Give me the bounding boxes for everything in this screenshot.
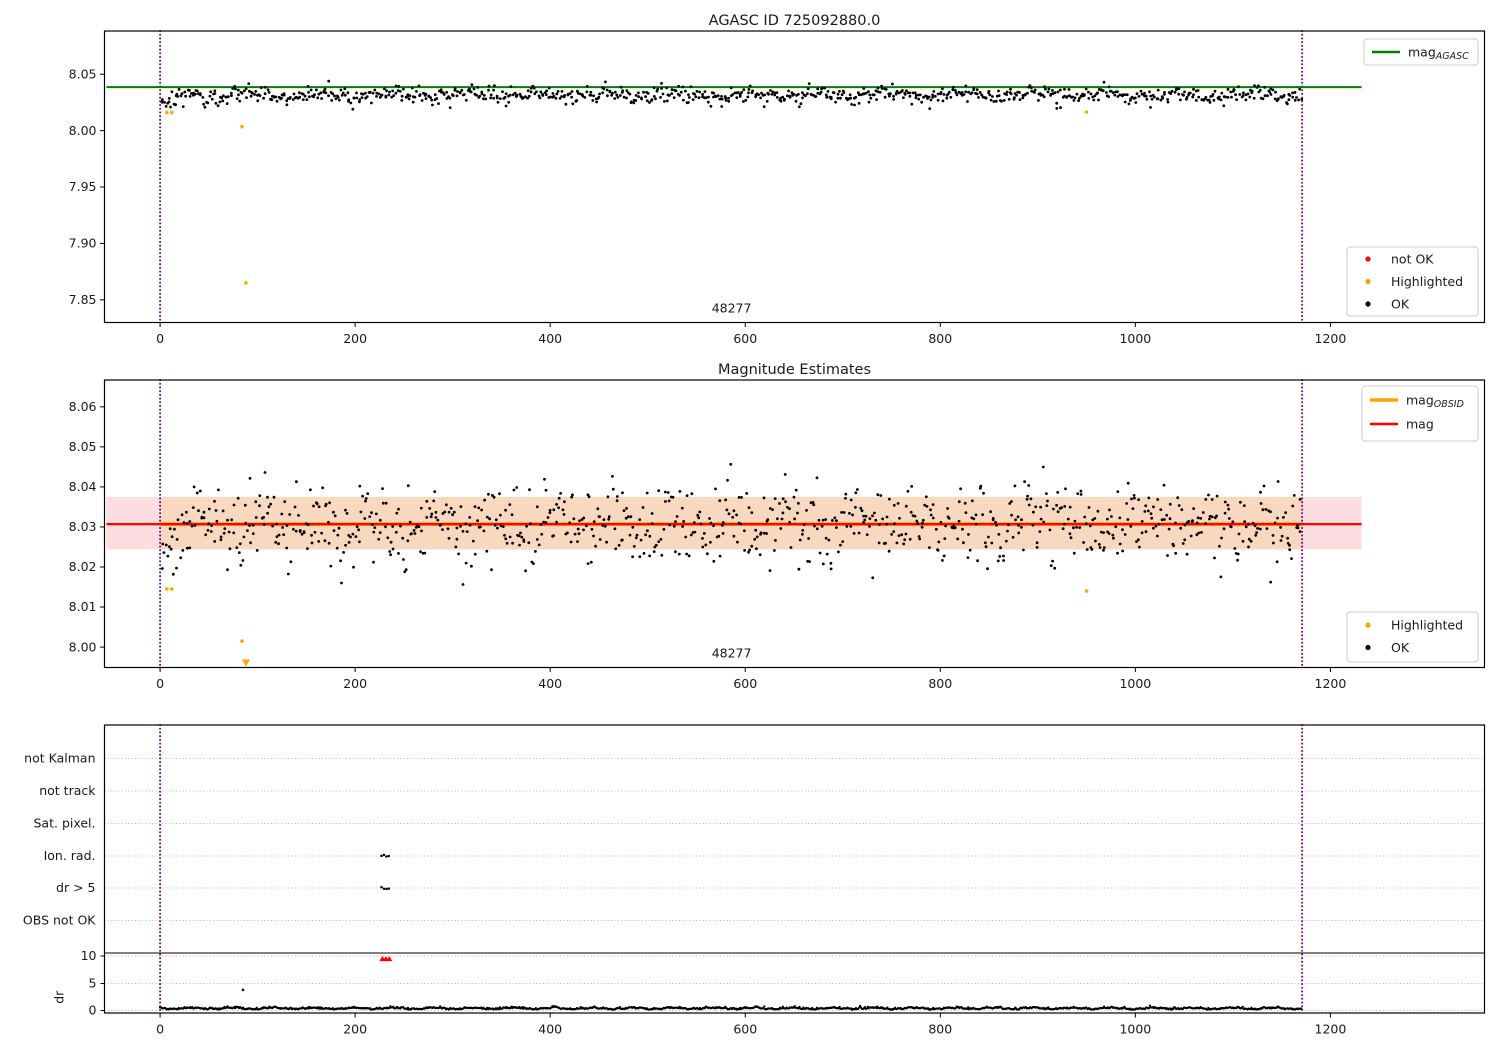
- magest-legend-0: magOBSIDmag: [1361, 385, 1479, 442]
- x-tick-label: 1200: [1315, 1022, 1347, 1037]
- highlighted-point: [165, 110, 169, 115]
- obsid-text: 48277: [712, 301, 752, 316]
- category-label: OBS not OK: [23, 913, 96, 928]
- y-tick-label: 7.95: [69, 179, 97, 194]
- y-tick-label: 8.05: [69, 66, 97, 81]
- legend-marker-sample: [1365, 622, 1371, 628]
- agasc-legend-1: not OK Highlighted OK: [1346, 246, 1479, 317]
- legend-marker-sample: [1365, 256, 1371, 262]
- dr-tick-label: 5: [89, 976, 97, 991]
- y-tick-label: 7.90: [69, 236, 97, 251]
- x-tick-label: 0: [156, 676, 164, 691]
- x-tick-label: 1000: [1119, 331, 1151, 346]
- y-tick-label: 8.02: [69, 559, 97, 574]
- flag-point: [387, 854, 391, 858]
- x-tick-label: 400: [538, 331, 562, 346]
- y-tick-label: 8.00: [69, 639, 97, 654]
- legend-marker-sample: [1365, 301, 1371, 307]
- dr-tick-label: 10: [81, 948, 97, 963]
- category-label: not Kalman: [24, 751, 95, 766]
- flag-point: [382, 853, 386, 857]
- stray-dr-point: [241, 988, 245, 992]
- highlighted-point: [1084, 110, 1089, 114]
- y-tick-label: 8.06: [69, 399, 97, 414]
- dr-axis-label: dr: [52, 990, 67, 1004]
- magnitude-plots-svg: 0 200 400 600 800 1000 12007.857.907.958.008.0…: [0, 0, 1500, 1050]
- x-tick-label: 1200: [1315, 676, 1347, 691]
- x-tick-label: 600: [733, 331, 757, 346]
- y-tick-label: 8.04: [69, 479, 97, 494]
- x-tick-label: 1000: [1119, 676, 1151, 691]
- obsid-text: 48277: [712, 646, 752, 661]
- x-tick-label: 200: [343, 331, 367, 346]
- flag-point: [387, 887, 391, 890]
- y-tick-label: 8.00: [69, 123, 97, 138]
- flag-point: [380, 854, 383, 858]
- legend-label: OK: [1391, 296, 1410, 311]
- figure: 0 200 400 600 800 1000 1200 7.85 7.90 7.95 8.00 8.0…: [0, 0, 1500, 1050]
- y-tick-label: 7.85: [69, 292, 97, 307]
- legend-label: OK: [1391, 640, 1410, 655]
- y-tick-label: 8.01: [69, 599, 97, 614]
- x-tick-label: 200: [343, 1022, 367, 1037]
- highlighted-point: [240, 639, 244, 643]
- x-tick-label: 400: [538, 676, 562, 691]
- category-label: Sat. pixel.: [34, 816, 96, 831]
- magest-legend-1: Highlighted OK: [1346, 611, 1479, 663]
- highlighted-point: [1084, 589, 1089, 593]
- x-tick-label: 200: [343, 676, 367, 691]
- flag-point: [380, 885, 383, 889]
- plot-title: AGASC ID 725092880.0: [709, 13, 881, 29]
- x-tick-label: 800: [928, 1022, 952, 1037]
- legend-label: Highlighted: [1391, 274, 1463, 289]
- x-tick-label: 0: [156, 1022, 164, 1037]
- highlighted-point: [240, 124, 244, 129]
- legend-label: mag: [1406, 416, 1434, 431]
- x-tick-label: 1000: [1119, 1022, 1151, 1037]
- plot-title: Magnitude Estimates: [718, 362, 871, 378]
- highlighted-point: [165, 587, 169, 591]
- legend-marker-sample: [1365, 278, 1371, 285]
- x-tick-label: 600: [733, 676, 757, 691]
- x-tick-label: 400: [538, 1022, 562, 1037]
- x-tick-label: 1200: [1315, 331, 1347, 346]
- highlighted-point: [244, 281, 248, 285]
- y-tick-label: 8.05: [69, 439, 97, 454]
- y-tick-label: 8.03: [69, 519, 97, 534]
- legend-label: not OK: [1391, 251, 1434, 266]
- highlighted-point: [169, 587, 174, 591]
- flag-point: [385, 887, 388, 891]
- highlighted-point: [169, 110, 174, 115]
- x-tick-label: 600: [733, 1022, 757, 1037]
- category-label: not track: [39, 783, 96, 798]
- legend-label: Highlighted: [1391, 617, 1463, 632]
- flag-point: [385, 855, 388, 858]
- x-tick-label: 800: [928, 331, 952, 346]
- legend-marker-sample: [1365, 644, 1371, 651]
- dr-tick-label: 0: [89, 1003, 97, 1018]
- x-tick-label: 0: [156, 331, 164, 346]
- flag-point: [382, 887, 386, 891]
- agasc-legend-0: magAGASC: [1363, 38, 1479, 66]
- category-label: dr > 5: [56, 880, 95, 895]
- category-label: Ion. rad.: [44, 848, 96, 863]
- x-tick-label: 800: [928, 676, 952, 691]
